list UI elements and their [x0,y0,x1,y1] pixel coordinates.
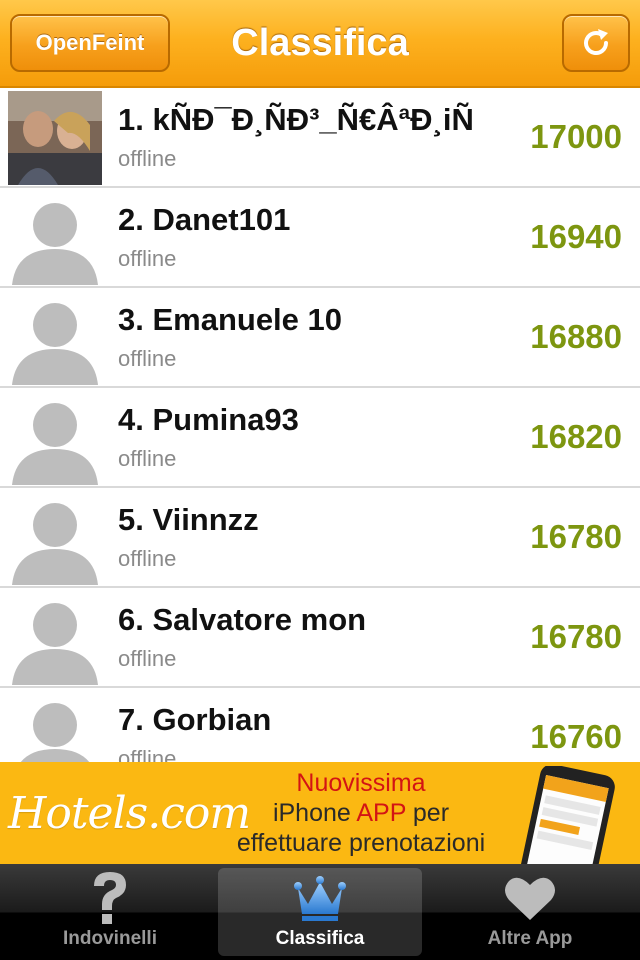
player-status: offline [118,346,177,371]
crown-icon [294,876,346,921]
list-item[interactable]: 2. Danet101 offline 16940 [0,188,640,288]
avatar-placeholder-icon [8,391,102,485]
avatar-placeholder-icon [8,191,102,285]
tab-indovinelli[interactable]: Indovinelli [8,868,212,956]
player-score: 17000 [530,118,622,155]
refresh-button[interactable] [562,14,630,72]
player-name: 4. Pumina93 [118,402,299,437]
list-item[interactable]: 1. kÑÐ¯Ð¸ÑÐ³_Ñ€ÂªÐ¸iÑ offline 17000 [0,88,640,188]
ad-line-2: iPhone APP per [218,798,504,828]
list-item[interactable]: 7. Gorbian offline 16760 [0,688,640,762]
openfeint-button[interactable]: OpenFeint [10,14,170,72]
player-status: offline [118,246,177,271]
tab-classifica[interactable]: Classifica [218,868,422,956]
tab-label: Indovinelli [63,928,157,949]
question-mark-icon [94,872,126,924]
avatar-placeholder-icon [8,591,102,685]
player-name: 1. kÑÐ¯Ð¸ÑÐ³_Ñ€ÂªÐ¸iÑ [118,102,474,137]
player-status: offline [118,646,177,671]
refresh-icon [584,29,608,55]
heart-icon [505,877,555,920]
tab-label: Altre App [487,928,573,949]
tab-bar: Indovinelli Classifica Altre App [0,864,640,960]
list-item[interactable]: 6. Salvatore mon offline 16780 [0,588,640,688]
player-score: 16760 [530,718,622,755]
ad-line-2a: iPhone [272,799,357,827]
tab-altre-app[interactable]: Altre App [428,868,632,956]
avatar-placeholder-icon [8,291,102,385]
ad-line-2b: APP [356,799,406,827]
player-score: 16880 [530,318,622,355]
ad-text: Nuovissima iPhone APP per effettuare pre… [218,768,504,858]
avatar [8,91,102,185]
ad-line-1: Nuovissima [296,769,426,797]
ad-line-2c: per [405,799,450,827]
page-title: Classifica [231,21,409,64]
list-item[interactable]: 4. Pumina93 offline 16820 [0,388,640,488]
player-status: offline [118,546,177,571]
player-name: 6. Salvatore mon [118,602,367,637]
player-score: 16780 [530,518,622,555]
player-name: 5. Viinnzz [118,502,259,537]
list-item[interactable]: 3. Emanuele 10 offline 16880 [0,288,640,388]
ad-line-3: effettuare prenotazioni [236,829,486,857]
avatar-placeholder-icon [8,691,102,762]
header-bar: OpenFeint Classifica [0,0,640,88]
player-name: 3. Emanuele 10 [118,302,343,337]
phone-image-icon [510,764,622,864]
avatar-placeholder-icon [8,491,102,585]
player-name: 7. Gorbian [118,702,272,737]
ad-banner[interactable]: Hotels.com Nuovissima iPhone APP per eff… [0,762,640,864]
player-name: 2. Danet101 [118,202,291,237]
player-score: 16780 [530,618,622,655]
tab-label: Classifica [275,928,365,949]
leaderboard-list[interactable]: 1. kÑÐ¯Ð¸ÑÐ³_Ñ€ÂªÐ¸iÑ offline 17000 2. D… [0,88,640,762]
list-item[interactable]: 5. Viinnzz offline 16780 [0,488,640,588]
player-status: offline [118,446,177,471]
player-status: offline [118,146,177,171]
player-score: 16820 [530,418,622,455]
player-status: offline [118,746,177,762]
player-score: 16940 [530,218,622,255]
hotels-logo: Hotels.com [8,788,251,839]
